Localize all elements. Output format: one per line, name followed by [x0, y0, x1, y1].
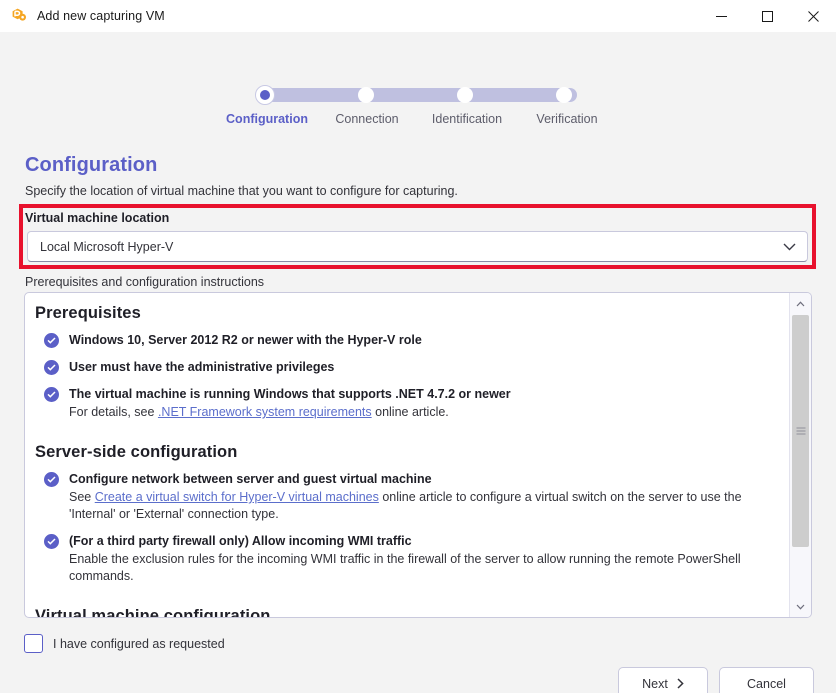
stepper-track [257, 88, 577, 102]
cancel-button-label: Cancel [747, 676, 786, 691]
stepper-dot-identification[interactable] [457, 87, 473, 103]
vm-location-label: Virtual machine location [25, 211, 170, 225]
confirm-checkbox-label: I have configured as requested [53, 636, 225, 651]
chevron-up-icon [796, 300, 805, 306]
instruction-item-title: Windows 10, Server 2012 R2 or newer with… [69, 333, 422, 347]
check-circle-icon [44, 472, 59, 487]
minimize-button[interactable] [698, 0, 744, 32]
page-subtitle: Specify the location of virtual machine … [25, 184, 458, 198]
chevron-down-icon [796, 604, 805, 610]
instructions-content: Prerequisites Windows 10, Server 2012 R2… [25, 293, 789, 617]
cancel-button[interactable]: Cancel [719, 667, 814, 693]
section-title-prerequisites: Prerequisites [35, 304, 141, 322]
check-circle-icon [44, 387, 59, 402]
wizard-stepper: Configuration Connection Identification … [226, 84, 598, 134]
title-bar: Add new capturing VM [0, 0, 836, 32]
dialog-body: Configuration Connection Identification … [0, 32, 836, 693]
window-title: Add new capturing VM [37, 9, 165, 23]
desc-text-pre: For details, see [69, 405, 158, 419]
stepper-label-connection[interactable]: Connection [335, 112, 398, 126]
desc-text-pre: See [69, 490, 95, 504]
instruction-item-desc: Enable the exclusion rules for the incom… [69, 552, 741, 583]
instruction-item-desc: For details, see .NET Framework system r… [69, 404, 789, 421]
stepper-dot-configuration[interactable] [255, 85, 275, 105]
dotnet-requirements-link[interactable]: .NET Framework system requirements [158, 405, 372, 419]
stepper-label-configuration[interactable]: Configuration [226, 112, 308, 126]
section-title-vm-configuration: Virtual machine configuration [35, 607, 271, 618]
chevron-right-icon [677, 678, 684, 689]
instruction-item: The virtual machine is running Windows t… [35, 386, 789, 421]
check-circle-icon [44, 360, 59, 375]
instruction-item: (For a third party firewall only) Allow … [35, 533, 789, 585]
instruction-item-title: (For a third party firewall only) Allow … [69, 534, 412, 548]
instruction-item: Windows 10, Server 2012 R2 or newer with… [35, 332, 789, 349]
section-title-server-side: Server-side configuration [35, 443, 238, 461]
vm-location-value: Local Microsoft Hyper-V [40, 239, 174, 254]
instruction-item: Configure network between server and gue… [35, 471, 789, 523]
check-circle-icon [44, 534, 59, 549]
maximize-button[interactable] [744, 0, 790, 32]
app-logo-icon [12, 8, 26, 21]
next-button[interactable]: Next [618, 667, 708, 693]
instruction-item-title: User must have the administrative privil… [69, 360, 335, 374]
desc-text-post: online article. [371, 405, 449, 419]
instructions-panel: Prerequisites Windows 10, Server 2012 R2… [24, 292, 812, 618]
vm-location-dropdown[interactable]: Local Microsoft Hyper-V [27, 231, 808, 262]
check-circle-icon [44, 333, 59, 348]
window-controls [698, 0, 836, 32]
confirm-checkbox-row[interactable]: I have configured as requested [24, 634, 225, 653]
scroll-down-button[interactable] [790, 596, 811, 617]
scroll-up-button[interactable] [790, 293, 811, 314]
scrollbar-grip-icon [796, 427, 805, 435]
instructions-scrollbar[interactable] [789, 293, 811, 617]
scrollbar-thumb[interactable] [792, 315, 809, 547]
stepper-label-verification[interactable]: Verification [536, 112, 597, 126]
stepper-dot-verification[interactable] [556, 87, 572, 103]
instruction-item-title: The virtual machine is running Windows t… [69, 387, 511, 401]
next-button-label: Next [642, 676, 668, 691]
close-button[interactable] [790, 0, 836, 32]
instruction-item-title: Configure network between server and gue… [69, 472, 432, 486]
instruction-item: User must have the administrative privil… [35, 359, 789, 376]
virtual-switch-link[interactable]: Create a virtual switch for Hyper-V virt… [95, 490, 379, 504]
stepper-label-identification[interactable]: Identification [432, 112, 502, 126]
stepper-dot-connection[interactable] [358, 87, 374, 103]
page-title: Configuration [25, 154, 158, 176]
add-capturing-vm-window: Add new capturing VM Configuration Conne… [0, 0, 836, 693]
instructions-label: Prerequisites and configuration instruct… [25, 275, 265, 289]
chevron-down-icon [783, 243, 796, 250]
confirm-checkbox[interactable] [24, 634, 43, 653]
instruction-item-desc: See Create a virtual switch for Hyper-V … [69, 489, 789, 523]
